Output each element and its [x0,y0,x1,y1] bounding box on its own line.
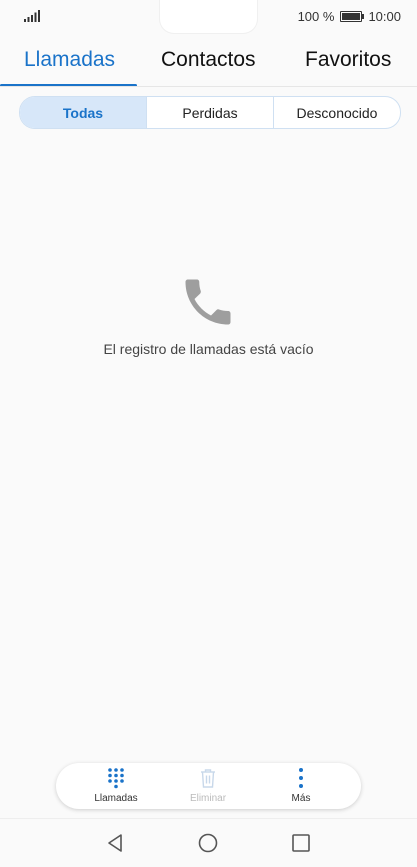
filter-perdidas[interactable]: Perdidas [146,97,273,128]
home-icon[interactable] [197,832,219,854]
trash-icon [201,769,215,788]
clock: 10:00 [368,9,401,24]
phone-icon [185,279,231,325]
dialpad-icon [108,768,124,789]
bottom-action-bar: Llamadas Eliminar Más [56,763,361,809]
delete-button[interactable]: Eliminar [163,763,253,809]
battery-percent: 100 % [297,9,335,24]
tabs-divider [0,86,417,87]
dialpad-button[interactable]: Llamadas [71,763,161,809]
more-vertical-icon [299,768,303,788]
tab-favoritos[interactable]: Favoritos [305,48,391,72]
battery-icon [340,11,365,22]
delete-label: Eliminar [189,793,227,804]
more-label: Más [291,793,311,804]
system-nav-bar [0,818,417,867]
empty-call-log-message: El registro de llamadas está vacío [103,341,314,357]
call-filter: Todas Perdidas Desconocido [19,96,401,129]
dialpad-label: Llamadas [94,793,138,804]
tab-contactos[interactable]: Contactos [161,48,256,72]
filter-desconocido[interactable]: Desconocido [273,97,400,128]
filter-todas[interactable]: Todas [20,97,146,128]
tab-llamadas[interactable]: Llamadas [24,48,115,72]
main-tabs: Llamadas Contactos Favoritos [0,40,417,88]
signal-icon [24,10,40,22]
recents-icon[interactable] [290,832,312,854]
camera-notch [160,0,257,33]
more-button[interactable]: Más [256,763,346,809]
status-bar: 100 % 10:00 [0,0,417,34]
back-icon[interactable] [104,832,126,854]
